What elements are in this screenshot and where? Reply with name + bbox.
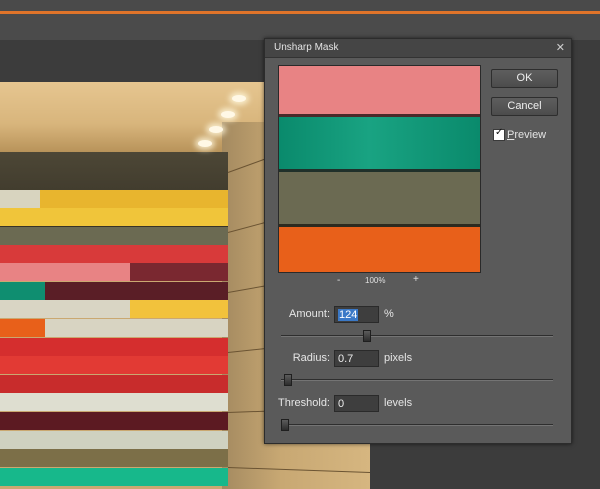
preview-label-mnemonic: P [507, 129, 515, 141]
wall-stripe [0, 227, 228, 245]
amount-slider-track[interactable] [281, 335, 553, 337]
preview-pink-band [279, 66, 480, 114]
ceiling-light [221, 111, 235, 118]
wall-stripe [0, 375, 228, 393]
preview-thumbnail[interactable] [278, 65, 481, 273]
preview-checkbox[interactable]: ✓ [493, 127, 505, 141]
wall-stripe [0, 412, 228, 430]
wall-stripe [45, 319, 228, 337]
amount-value: 124 [338, 309, 359, 321]
radius-slider-thumb[interactable] [283, 374, 292, 386]
wall-stripe [0, 431, 228, 449]
checkmark-icon: ✓ [495, 127, 504, 138]
app-top-bar [0, 0, 600, 11]
radius-unit: pixels [384, 352, 413, 364]
zoom-in-button[interactable]: + [413, 274, 419, 285]
threshold-value: 0 [338, 398, 345, 410]
radius-value: 0.7 [338, 353, 354, 365]
wall-stripe [0, 208, 228, 226]
ceiling-light [209, 126, 223, 133]
wall-stripe [0, 245, 228, 263]
wall-stripe [0, 190, 40, 208]
amount-label: Amount: [289, 308, 330, 320]
zoom-out-button[interactable]: - [337, 275, 340, 286]
wall-stripe [45, 282, 228, 300]
wall-stripe [0, 449, 228, 467]
preview-label[interactable]: Preview [507, 129, 546, 141]
zoom-level: 100% [365, 276, 386, 285]
wall-stripe [0, 300, 130, 318]
threshold-slider-thumb[interactable] [281, 419, 289, 431]
preview-olive-band [279, 172, 480, 224]
dialog-titlebar[interactable]: Unsharp Mask ✕ [265, 39, 571, 58]
wall-stripe [40, 190, 228, 208]
amount-unit: % [384, 308, 394, 320]
amount-slider-thumb[interactable] [363, 330, 372, 342]
ceiling-light [198, 140, 212, 147]
wall-stripe [0, 282, 45, 300]
wall-stripe [0, 393, 228, 411]
cancel-button[interactable]: Cancel [491, 97, 558, 116]
wall-stripe [0, 356, 228, 374]
ok-button[interactable]: OK [491, 69, 558, 88]
wall-stripe [130, 300, 228, 318]
wall-stripe [0, 338, 228, 356]
amount-input[interactable]: 124 [334, 306, 379, 323]
workspace-tab-strip [0, 14, 600, 41]
wall-stripe [0, 263, 130, 281]
radius-slider-track[interactable] [281, 379, 553, 381]
wall-stripe [0, 468, 228, 486]
radius-input[interactable]: 0.7 [334, 350, 379, 367]
threshold-label: Threshold: [278, 397, 330, 409]
unsharp-mask-dialog: Unsharp Mask ✕ - 100% + OK Cancel ✓ Prev… [264, 38, 572, 444]
wall-stripe [0, 319, 45, 337]
threshold-unit: levels [384, 397, 413, 409]
ceiling-light [232, 95, 246, 102]
preview-teal-band [279, 117, 480, 169]
threshold-input[interactable]: 0 [334, 395, 379, 412]
dialog-title: Unsharp Mask [274, 42, 339, 53]
wall-stripe [130, 263, 228, 281]
threshold-slider-track[interactable] [281, 424, 553, 426]
radius-label: Radius: [292, 352, 330, 364]
close-icon[interactable]: ✕ [556, 41, 565, 54]
preview-orange-band [279, 227, 480, 272]
